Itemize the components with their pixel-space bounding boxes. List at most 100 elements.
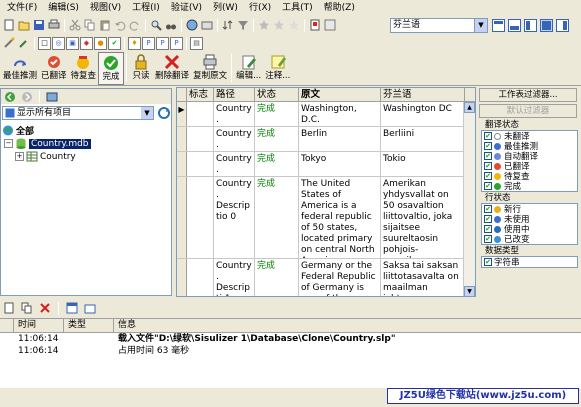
checkbox[interactable]: ✔ [484,215,492,223]
validate-icon[interactable] [323,18,337,32]
checkbox[interactable]: ✔ [484,132,492,140]
status-complete[interactable]: ✔ 完成 [482,181,577,192]
flag-icon[interactable] [308,18,322,32]
column-header-mark[interactable]: 标志 [187,88,214,101]
menu-edit[interactable]: 编辑(S) [43,0,85,16]
layout-icon-3[interactable] [523,18,537,32]
star-icon[interactable] [257,18,271,32]
copy-source-button[interactable]: 复制原文 [191,52,229,85]
checkbox[interactable]: ✔ [484,258,492,266]
layout-icon-4[interactable] [539,18,553,32]
log-header-type[interactable]: 类型 [64,319,114,332]
filter-icon[interactable] [236,18,250,32]
source-icon[interactable] [45,90,59,104]
filter-chip-8[interactable]: P [142,36,155,50]
magic-wand-icon[interactable] [2,36,16,50]
menu-column[interactable]: 列(W) [208,0,244,16]
copy-icon[interactable] [83,18,97,32]
chevron-down-icon[interactable]: ▼ [141,107,153,119]
redo-icon[interactable] [128,18,142,32]
grid-row[interactable]: Country. Capital.2 完成 Tokyo Tokio [177,152,475,177]
complete-button[interactable]: 完成 [98,52,125,85]
menu-tools[interactable]: 工具(T) [277,0,319,16]
layout-icon-5[interactable] [555,18,569,32]
back-icon[interactable] [3,90,17,104]
filter-chip-11[interactable]: ▤ [190,36,203,50]
tree-node-database[interactable]: − Country.mdb [2,137,170,150]
filter-chip-7[interactable]: ♦ [128,36,141,50]
grid-cell-target[interactable]: Washington DC [381,102,465,126]
chevron-down-icon[interactable]: ▼ [474,19,487,32]
scan-icon[interactable] [185,18,199,32]
checkbox[interactable]: ✔ [484,162,492,170]
forward-icon[interactable] [20,90,34,104]
filter-chip-2[interactable]: ◎ [52,36,65,50]
column-header-path[interactable]: 路径 [214,88,255,101]
expand-icon[interactable]: + [15,152,24,161]
review-button[interactable]: 待复查 [69,52,99,85]
log-header-info[interactable]: 信息 [114,319,581,332]
checkbox[interactable]: ✔ [484,142,492,150]
best-guess-button[interactable]: 最佳推测 [1,52,39,85]
default-filter-button[interactable]: 默认过滤器 [479,104,577,118]
binoculars-icon[interactable] [164,18,178,32]
checkbox[interactable]: ✔ [484,205,492,213]
column-header-status[interactable]: 状态 [255,88,299,101]
tree-node-table[interactable]: + Country [2,150,170,163]
checkbox[interactable]: ✔ [484,235,492,243]
sort-icon[interactable] [221,18,235,32]
log-new-icon[interactable] [2,301,16,315]
log-window-icon[interactable] [65,301,79,315]
checkbox[interactable]: ✔ [484,182,492,190]
log-row[interactable]: 11:06:14 占用时间 63 毫秒 [0,345,581,357]
grid-scrollbar[interactable]: ▲ ▼ [463,102,475,296]
find-icon[interactable] [149,18,163,32]
comment-button[interactable]: 注释... [263,52,292,85]
filter-chip-3[interactable]: ▣ [66,36,79,50]
project-filter-combo[interactable]: 显示所有项目 ▼ [2,106,154,120]
filter-chip-9[interactable]: P [156,36,169,50]
filter-chip-10[interactable]: P [170,36,183,50]
grid-row[interactable]: ▶ Country. Capital.0 完成 Washington, D.C.… [177,102,475,127]
log-header-time[interactable]: 时间 [14,319,64,332]
menu-help[interactable]: 帮助(Z) [319,0,361,16]
menu-view[interactable]: 视图(V) [85,0,127,16]
checkbox[interactable]: ✔ [484,152,492,160]
menu-file[interactable]: 文件(F) [2,0,43,16]
column-header-source[interactable]: 原文 [299,88,381,101]
data-type-string[interactable]: ✔ 字符串 [482,257,577,268]
filter-chip-1[interactable]: □ [38,36,51,50]
log-export-icon[interactable] [83,301,97,315]
grid-row[interactable]: Country. Descriptio 0 完成 The United Stat… [177,177,475,259]
translated-button[interactable]: 已翻译 [39,52,69,85]
filter-chip-4[interactable]: ◆ [80,36,93,50]
star-outline-icon[interactable] [272,18,286,32]
print-icon[interactable] [47,18,61,32]
status-review[interactable]: ✔ 待复查 [482,171,577,182]
grid-cell-target[interactable]: Tokio [381,152,465,176]
grid-row[interactable]: Country. Capital.1 完成 Berlin Berliini [177,127,475,152]
scroll-down-icon[interactable]: ▼ [464,286,475,296]
checkbox[interactable]: ✔ [484,225,492,233]
filter-chip-6[interactable]: ✔ [108,36,121,50]
log-copy-icon[interactable] [20,301,34,315]
refresh-icon[interactable] [157,106,171,120]
open-icon[interactable] [17,18,31,32]
build-icon[interactable] [200,18,214,32]
row-status-changed[interactable]: ✔ 已改变 [482,234,577,245]
language-select[interactable]: 芬兰语 ▼ [390,18,488,33]
collapse-icon[interactable]: − [4,139,13,148]
scroll-up-icon[interactable]: ▲ [464,102,475,113]
save-icon[interactable] [32,18,46,32]
read-only-button[interactable]: 只读 [129,52,153,85]
layout-icon-2[interactable] [507,18,521,32]
new-icon[interactable] [2,18,16,32]
undo-icon[interactable] [113,18,127,32]
grid-row[interactable]: Country. Descripti 1 完成 Germany or the F… [177,259,475,296]
menu-validate[interactable]: 验证(V) [166,0,208,16]
log-row[interactable]: 11:06:14 载入文件"D:\绿软\Sisulizer 1\Database… [0,333,581,345]
filter-chip-5[interactable]: ● [94,36,107,50]
delete-translation-button[interactable]: 删除翻译 [153,52,191,85]
log-delete-icon[interactable] [38,301,52,315]
menu-project[interactable]: 工程(I) [127,0,166,16]
